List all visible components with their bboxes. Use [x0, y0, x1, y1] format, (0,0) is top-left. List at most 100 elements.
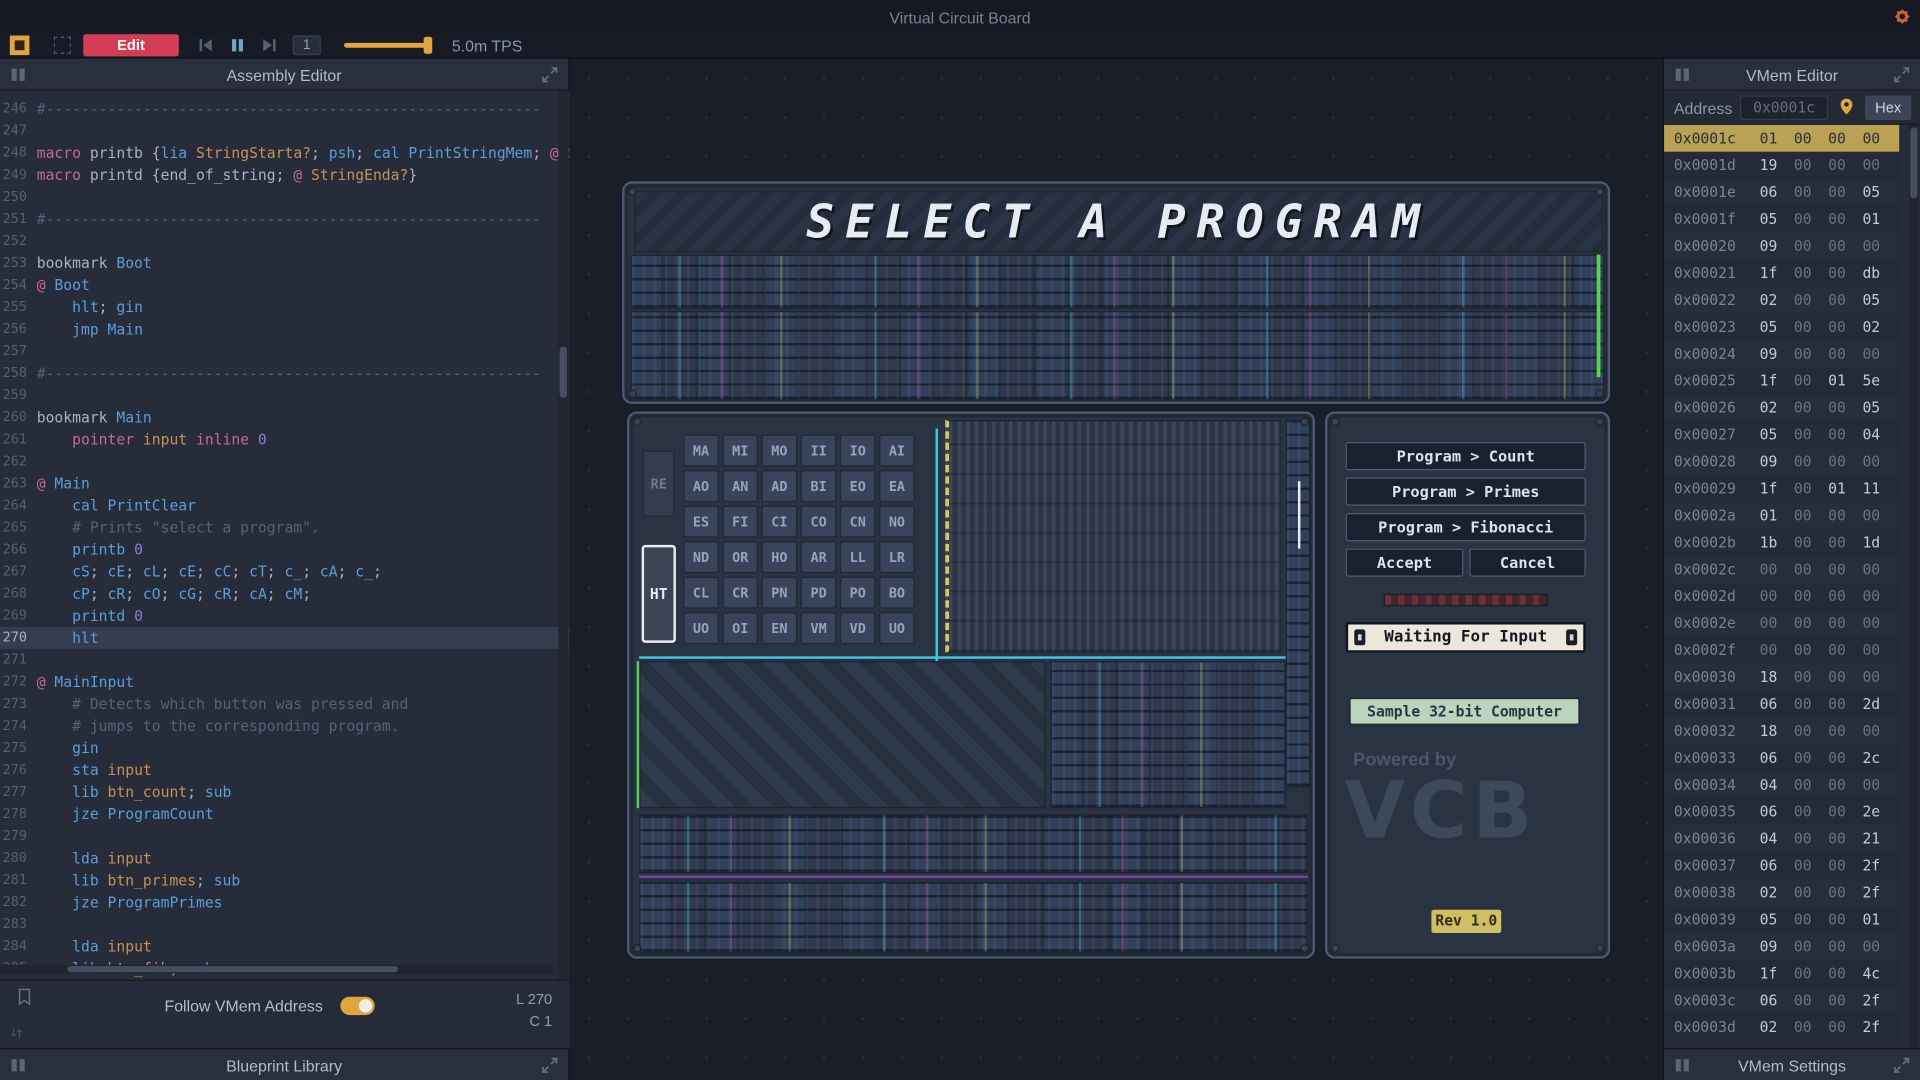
vmem-row-0x00027[interactable]: 0x0002705000004	[1664, 421, 1899, 448]
detach-panel-icon[interactable]	[1892, 65, 1912, 85]
circuit-canvas[interactable]: SELECT A PROGRAM RE MAMIMOIIIOAIAOANADBI…	[569, 59, 1662, 1080]
chip-po[interactable]: PO	[840, 577, 876, 609]
chip-re[interactable]: RE	[643, 451, 675, 517]
vmem-row-0x00026[interactable]: 0x0002602000005	[1664, 394, 1899, 421]
chip-en[interactable]: EN	[762, 612, 798, 644]
tps-slider-handle[interactable]	[424, 37, 433, 54]
code-line-252[interactable]: 252	[0, 230, 569, 252]
vmem-row-0x0002a[interactable]: 0x0002a01000000	[1664, 502, 1899, 529]
vmem-row-0x00021[interactable]: 0x000211f0000db	[1664, 260, 1899, 287]
chip-uo[interactable]: UO	[879, 612, 915, 644]
code-line-247[interactable]: 247	[0, 120, 569, 142]
chip-cr[interactable]: CR	[722, 577, 758, 609]
vmem-scrollbar[interactable]	[1909, 125, 1919, 1048]
chip-nd[interactable]: ND	[683, 541, 719, 573]
code-line-269[interactable]: 269 printd 0	[0, 605, 569, 627]
chip-pd[interactable]: PD	[801, 577, 837, 609]
chip-no[interactable]: NO	[879, 506, 915, 538]
code-line-267[interactable]: 267 cS; cE; cL; cE; cC; cT; c_; cA; c_;	[0, 561, 569, 583]
detach-panel-icon[interactable]	[1892, 1056, 1912, 1076]
vmem-row-0x00033[interactable]: 0x000330600002c	[1664, 744, 1899, 771]
vmem-row-0x00022[interactable]: 0x0002202000005	[1664, 287, 1899, 314]
accept-button[interactable]: Accept	[1346, 549, 1464, 577]
chip-ar[interactable]: AR	[801, 541, 837, 573]
blueprint-library-header[interactable]: Blueprint Library	[0, 1048, 568, 1080]
hex-mode-button[interactable]: Hex	[1865, 96, 1912, 120]
step-forward-icon[interactable]	[260, 36, 280, 56]
code-line-260[interactable]: 260bookmark Main	[0, 407, 569, 429]
code-line-264[interactable]: 264 cal PrintClear	[0, 495, 569, 517]
location-pin-icon[interactable]	[1837, 97, 1857, 117]
code-line-278[interactable]: 278 jze ProgramCount	[0, 803, 569, 825]
cancel-button[interactable]: Cancel	[1469, 549, 1585, 577]
chip-mo[interactable]: MO	[762, 435, 798, 467]
step-back-icon[interactable]	[196, 36, 216, 56]
code-line-272[interactable]: 272@ MainInput	[0, 671, 569, 693]
vmem-row-0x00032[interactable]: 0x0003218000000	[1664, 718, 1899, 745]
vmem-row-0x00030[interactable]: 0x0003018000000	[1664, 664, 1899, 691]
chip-vd[interactable]: VD	[840, 612, 876, 644]
chip-lr[interactable]: LR	[879, 541, 915, 573]
vmem-row-0x00037[interactable]: 0x000370600002f	[1664, 852, 1899, 879]
code-line-270[interactable]: 270 hlt	[0, 627, 569, 649]
vmem-row-0x00029[interactable]: 0x000291f000111	[1664, 475, 1899, 502]
paste-tool-icon[interactable]	[54, 37, 71, 54]
code-line-275[interactable]: 275 gin	[0, 737, 569, 759]
chip-vm[interactable]: VM	[801, 612, 837, 644]
chip-ao[interactable]: AO	[683, 470, 719, 502]
code-line-283[interactable]: 283	[0, 913, 569, 935]
code-area[interactable]: 246#------------------------------------…	[0, 91, 569, 980]
tps-slider[interactable]	[344, 43, 430, 48]
vmem-row-0x0002d[interactable]: 0x0002d00000000	[1664, 583, 1899, 610]
edit-mode-button[interactable]: Edit	[83, 34, 179, 56]
vmem-row-0x00025[interactable]: 0x000251f00015e	[1664, 367, 1899, 394]
code-line-268[interactable]: 268 cP; cR; cO; cG; cR; cA; cM;	[0, 583, 569, 605]
selection-tool-icon[interactable]	[10, 36, 30, 56]
vmem-settings-header[interactable]: VMem Settings	[1664, 1048, 1920, 1080]
code-line-250[interactable]: 250	[0, 186, 569, 208]
program-button[interactable]: Program > Primes	[1346, 478, 1586, 506]
sort-icon[interactable]	[9, 1025, 25, 1041]
vmem-row-0x0002c[interactable]: 0x0002c00000000	[1664, 556, 1899, 583]
follow-vmem-toggle[interactable]	[340, 997, 374, 1015]
chip-ad[interactable]: AD	[762, 470, 798, 502]
vmem-row-0x0002b[interactable]: 0x0002b1b00001d	[1664, 529, 1899, 556]
chip-ii[interactable]: II	[801, 435, 837, 467]
chip-pn[interactable]: PN	[762, 577, 798, 609]
code-line-265[interactable]: 265 # Prints "select a program".	[0, 517, 569, 539]
vmem-row-0x00024[interactable]: 0x0002409000000	[1664, 340, 1899, 367]
code-line-266[interactable]: 266 printb 0	[0, 539, 569, 561]
code-line-254[interactable]: 254@ Boot	[0, 274, 569, 296]
vmem-row-0x0001e[interactable]: 0x0001e06000005	[1664, 179, 1899, 206]
code-line-249[interactable]: 249macro printd {end_of_string; @ String…	[0, 164, 569, 186]
chip-an[interactable]: AN	[722, 470, 758, 502]
chip-ll[interactable]: LL	[840, 541, 876, 573]
code-line-279[interactable]: 279	[0, 825, 569, 847]
detach-panel-icon[interactable]	[540, 1056, 560, 1076]
code-line-256[interactable]: 256 jmp Main	[0, 318, 569, 340]
program-button[interactable]: Program > Count	[1346, 442, 1586, 470]
chip-cn[interactable]: CN	[840, 506, 876, 538]
vmem-row-0x00028[interactable]: 0x0002809000000	[1664, 448, 1899, 475]
vmem-row-0x0003d[interactable]: 0x0003d0200002f	[1664, 1014, 1899, 1041]
vmem-row-0x00035[interactable]: 0x000350600002e	[1664, 798, 1899, 825]
chip-bo[interactable]: BO	[879, 577, 915, 609]
vmem-row-0x00036[interactable]: 0x0003604000021	[1664, 825, 1899, 852]
editor-horizontal-scrollbar[interactable]	[0, 965, 553, 974]
pause-icon[interactable]	[228, 36, 248, 56]
code-line-261[interactable]: 261 pointer input inline 0	[0, 429, 569, 451]
code-line-251[interactable]: 251#------------------------------------…	[0, 208, 569, 230]
chip-ai[interactable]: AI	[879, 435, 915, 467]
vmem-row-0x00034[interactable]: 0x0003404000000	[1664, 771, 1899, 798]
chip-cl[interactable]: CL	[683, 577, 719, 609]
vmem-row-0x0001c[interactable]: 0x0001c01000000	[1664, 125, 1899, 152]
chip-eo[interactable]: EO	[840, 470, 876, 502]
scrollbar-thumb[interactable]	[1910, 127, 1917, 198]
vmem-row-0x0003b[interactable]: 0x0003b1f00004c	[1664, 960, 1899, 987]
code-line-259[interactable]: 259	[0, 384, 569, 406]
chip-es[interactable]: ES	[683, 506, 719, 538]
vmem-row-0x00039[interactable]: 0x0003905000001	[1664, 906, 1899, 933]
code-line-263[interactable]: 263@ Main	[0, 473, 569, 495]
code-line-284[interactable]: 284 lda input	[0, 936, 569, 958]
code-line-253[interactable]: 253bookmark Boot	[0, 252, 569, 274]
